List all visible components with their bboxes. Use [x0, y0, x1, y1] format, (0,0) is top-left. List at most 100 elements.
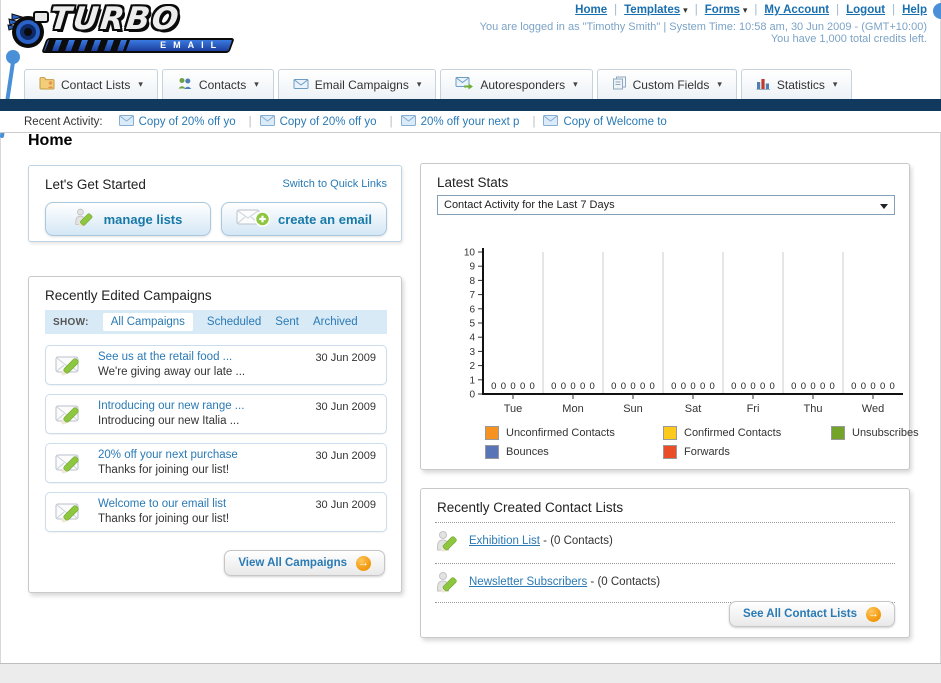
tab-label: Contact Lists: [61, 77, 131, 92]
tab-label: Custom Fields: [632, 77, 710, 92]
my-account-link[interactable]: My Account: [764, 4, 829, 16]
campaign-row[interactable]: Welcome to our email list Thanks for joi…: [45, 492, 387, 532]
templates-link[interactable]: Templates: [624, 4, 680, 16]
dotted-separator: [435, 522, 895, 523]
envelope-pencil-icon: [55, 451, 89, 482]
activity-link[interactable]: Copy of 20% off yo: [139, 116, 236, 128]
tab-label: Autoresponders: [480, 77, 566, 92]
get-started-panel: Let's Get Started Switch to Quick Links …: [28, 165, 402, 242]
svg-text:0: 0: [741, 381, 746, 392]
svg-text:0: 0: [710, 381, 715, 392]
chevron-down-icon: ▾: [254, 79, 259, 89]
logo-title: TURBO: [48, 1, 183, 37]
switch-quick-links[interactable]: Switch to Quick Links: [282, 178, 387, 190]
legend-swatch: [831, 426, 845, 440]
svg-text:0: 0: [760, 381, 765, 392]
recent-activity-label: Recent Activity:: [24, 115, 103, 128]
chevron-down-icon: ▾: [138, 79, 143, 89]
campaign-title-link[interactable]: See us at the retail food ...: [98, 351, 232, 363]
campaign-title-link[interactable]: Welcome to our email list: [98, 498, 226, 510]
contact-list-link[interactable]: Exhibition List: [469, 535, 540, 547]
activity-link[interactable]: Copy of 20% off yo: [280, 116, 377, 128]
svg-text:0: 0: [690, 381, 695, 392]
header-link-templates: Templates ▾: [624, 4, 705, 16]
campaign-list: See us at the retail food ... We're givi…: [45, 345, 387, 541]
svg-text:0: 0: [801, 381, 806, 392]
view-all-campaigns-button[interactable]: View All Campaigns →: [224, 550, 385, 576]
campaign-title-link[interactable]: 20% off your next purchase: [98, 449, 238, 461]
navy-divider-bar: [0, 99, 941, 111]
legend-item: Bounces: [485, 445, 663, 459]
activity-link[interactable]: Copy of Welcome to: [563, 116, 666, 128]
legend-swatch: [485, 426, 499, 440]
filter-archived[interactable]: Archived: [313, 316, 358, 328]
activity-link[interactable]: 20% off your next p: [421, 116, 520, 128]
svg-text:5: 5: [469, 319, 475, 330]
svg-text:0: 0: [681, 381, 686, 392]
legend-label: Bounces: [506, 446, 549, 458]
contact-list-row[interactable]: Exhibition List - (0 Contacts): [435, 525, 895, 561]
tab-email-campaigns[interactable]: Email Campaigns ▾: [277, 69, 437, 99]
svg-text:8: 8: [469, 276, 475, 287]
svg-text:0: 0: [551, 381, 556, 392]
turbo-email-logo[interactable]: TURBO EMAIL: [6, 1, 242, 56]
svg-text:Tue: Tue: [504, 403, 523, 415]
legend-item: Forwards: [663, 445, 831, 459]
logout-link[interactable]: Logout: [846, 4, 885, 16]
svg-text:Thu: Thu: [804, 403, 823, 415]
activity-item: Copy of Welcome to: [543, 114, 671, 129]
dropdown-caret-icon: ▾: [742, 4, 748, 15]
get-started-title: Let's Get Started: [45, 177, 146, 192]
campaign-row[interactable]: 20% off your next purchase Thanks for jo…: [45, 443, 387, 483]
home-link[interactable]: Home: [575, 4, 607, 16]
stats-period-select[interactable]: Contact Activity for the Last 7 Days: [437, 195, 895, 215]
svg-text:6: 6: [469, 304, 475, 315]
help-link[interactable]: Help: [902, 4, 927, 16]
svg-text:0: 0: [830, 381, 835, 392]
create-email-label: create an email: [278, 211, 372, 227]
envelope-arrow-icon: [455, 76, 474, 93]
filter-scheduled[interactable]: Scheduled: [207, 316, 261, 328]
recent-activity-items: Copy of 20% off yo Copy of 20% off yo 20…: [118, 114, 672, 129]
header-link-forms: Forms ▾: [705, 4, 765, 16]
latest-stats-panel: Latest Stats Contact Activity for the La…: [420, 163, 919, 470]
svg-text:Sat: Sat: [685, 403, 702, 415]
tab-contacts[interactable]: Contacts ▾: [161, 69, 274, 99]
manage-lists-button[interactable]: manage lists: [45, 202, 211, 236]
svg-text:0: 0: [810, 381, 815, 392]
activity-item: 20% off your next p: [400, 114, 544, 129]
tab-autoresponders[interactable]: Autoresponders ▾: [440, 69, 593, 99]
svg-text:Wed: Wed: [862, 403, 884, 415]
person-pencil-icon: [74, 207, 96, 232]
svg-text:0: 0: [890, 381, 895, 392]
campaign-title-link[interactable]: Introducing our new range ...: [98, 400, 244, 412]
forms-link[interactable]: Forms: [705, 4, 740, 16]
tab-label: Contacts: [198, 77, 247, 92]
tab-statistics[interactable]: Statistics ▾: [740, 69, 853, 99]
legend-label: Forwards: [684, 446, 730, 458]
campaign-date: 30 Jun 2009: [315, 352, 376, 364]
latest-stats-title: Latest Stats: [437, 175, 509, 190]
logo-subtitle: EMAIL: [160, 40, 224, 50]
create-email-button[interactable]: create an email: [221, 202, 387, 236]
see-all-contact-lists-button[interactable]: See All Contact Lists →: [729, 601, 895, 627]
svg-text:Mon: Mon: [562, 403, 583, 415]
dotted-separator: [435, 563, 895, 564]
filter-all-campaigns[interactable]: All Campaigns: [102, 313, 193, 331]
contact-list-link[interactable]: Newsletter Subscribers: [469, 576, 587, 588]
chart-legend: Unconfirmed Contacts Confirmed Contacts Un…: [485, 426, 919, 459]
header-link-home: Home: [575, 4, 624, 16]
envelope-icon: [400, 114, 416, 129]
tab-label: Email Campaigns: [314, 77, 409, 92]
view-all-campaigns-label: View All Campaigns: [238, 557, 347, 569]
campaign-row[interactable]: Introducing our new range ... Introducin…: [45, 394, 387, 434]
tab-custom-fields[interactable]: Custom Fields ▾: [596, 69, 737, 99]
contact-list-row[interactable]: Newsletter Subscribers - (0 Contacts): [435, 566, 895, 602]
legend-item: Unconfirmed Contacts: [485, 426, 663, 440]
filter-sent[interactable]: Sent: [275, 316, 299, 328]
campaign-row[interactable]: See us at the retail food ... We're givi…: [45, 345, 387, 385]
legend-swatch: [663, 445, 677, 459]
contact-count: - (0 Contacts): [539, 535, 613, 547]
tab-contact-lists[interactable]: Contact Lists ▾: [24, 69, 158, 99]
activity-item: Copy of 20% off yo: [118, 114, 260, 129]
